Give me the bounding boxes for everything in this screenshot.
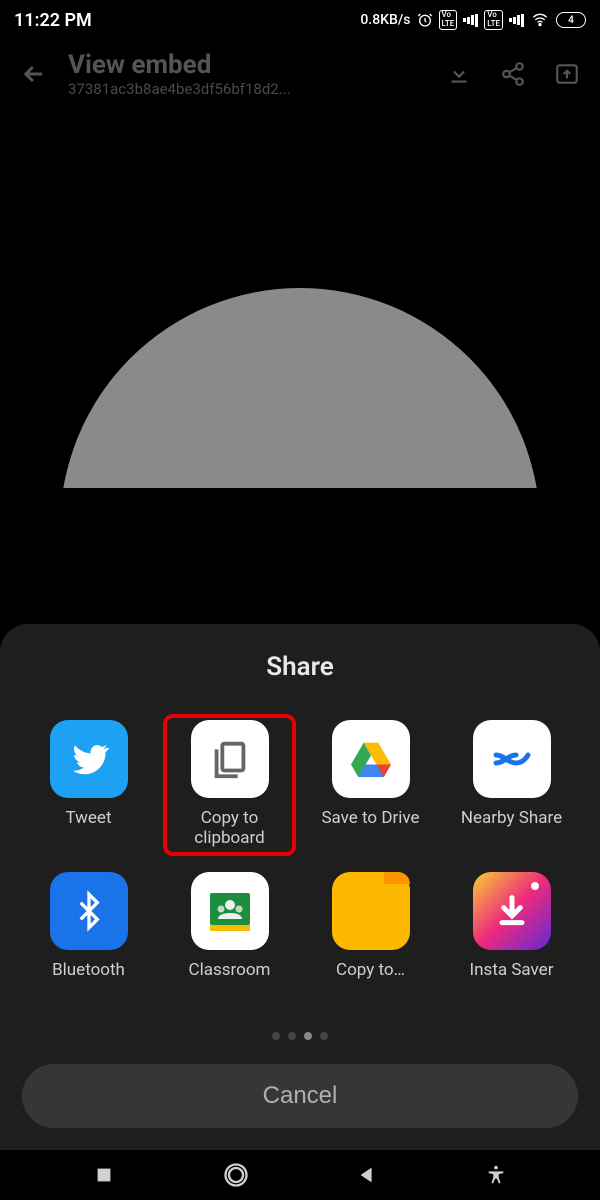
volte-badge-2: VoLTE: [484, 10, 503, 30]
nav-recent-icon[interactable]: [93, 1164, 115, 1186]
share-sheet-title: Share: [22, 652, 578, 682]
page-subtitle: 37381ac3b8ae4be3df56bf18d2...: [68, 80, 426, 98]
share-item-tweet[interactable]: Tweet: [22, 714, 155, 856]
share-grid: Tweet Copy to clipboard Save to Drive Ne…: [22, 714, 578, 1008]
status-bar: 11:22 PM 0.8KB/s VoLTE VoLTE 4: [0, 0, 600, 40]
share-item-label: Classroom: [189, 960, 271, 1002]
app-header: View embed 37381ac3b8ae4be3df56bf18d2...: [0, 40, 600, 108]
twitter-icon: [50, 720, 128, 798]
volte-badge-1: VoLTE: [439, 10, 458, 30]
share-item-copy-clipboard[interactable]: Copy to clipboard: [163, 714, 296, 856]
share-item-copy-to[interactable]: Copy to…: [304, 866, 437, 1008]
share-item-nearby[interactable]: Nearby Share: [445, 714, 578, 856]
share-item-insta-saver[interactable]: Insta Saver: [445, 866, 578, 1008]
page-dot: [272, 1032, 280, 1040]
page-dot-active: [304, 1032, 312, 1040]
alarm-icon: [417, 12, 433, 28]
share-item-label: Copy to clipboard: [169, 808, 290, 850]
share-item-label: Bluetooth: [52, 960, 125, 1002]
wifi-icon: [530, 12, 550, 28]
share-item-label: Nearby Share: [461, 808, 562, 850]
export-icon[interactable]: [554, 61, 580, 87]
battery-icon: 4: [556, 12, 586, 28]
share-item-label: Insta Saver: [470, 960, 554, 1002]
folder-icon: [332, 872, 410, 950]
drive-icon: [332, 720, 410, 798]
signal-icon-1: [463, 13, 478, 27]
page-dot: [320, 1032, 328, 1040]
nearby-share-icon: [473, 720, 551, 798]
share-sheet: Share Tweet Copy to clipboard Save to Dr…: [0, 624, 600, 1150]
status-time: 11:22 PM: [14, 10, 92, 31]
nav-home-icon[interactable]: [222, 1161, 250, 1189]
copy-icon: [191, 720, 269, 798]
share-item-bluetooth[interactable]: Bluetooth: [22, 866, 155, 1008]
nav-accessibility-icon[interactable]: [485, 1164, 507, 1186]
status-icons: 0.8KB/s VoLTE VoLTE 4: [360, 10, 586, 30]
signal-icon-2: [509, 13, 524, 27]
classroom-icon: [191, 872, 269, 950]
share-item-drive[interactable]: Save to Drive: [304, 714, 437, 856]
system-nav-bar: [0, 1150, 600, 1200]
image-viewer[interactable]: [0, 108, 600, 488]
share-item-label: Save to Drive: [321, 808, 419, 850]
cancel-button[interactable]: Cancel: [22, 1064, 578, 1128]
insta-saver-icon: [473, 872, 551, 950]
share-item-label: Copy to…: [336, 960, 405, 1002]
nav-back-icon[interactable]: [356, 1164, 378, 1186]
download-icon[interactable]: [446, 61, 472, 87]
bluetooth-icon: [50, 872, 128, 950]
page-indicator: [22, 1032, 578, 1040]
page-dot: [288, 1032, 296, 1040]
page-title: View embed: [68, 50, 426, 80]
back-icon[interactable]: [20, 60, 48, 88]
status-speed: 0.8KB/s: [360, 12, 410, 28]
share-item-classroom[interactable]: Classroom: [163, 866, 296, 1008]
share-icon[interactable]: [500, 61, 526, 87]
share-item-label: Tweet: [65, 808, 111, 850]
